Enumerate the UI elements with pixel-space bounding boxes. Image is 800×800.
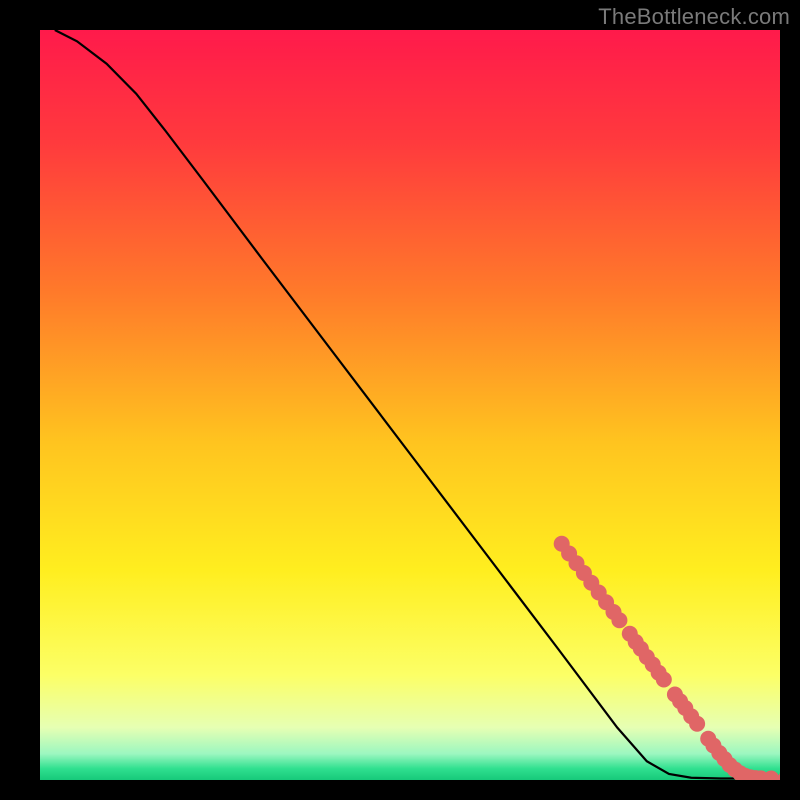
data-marker [611, 612, 627, 628]
bottleneck-chart [0, 0, 800, 800]
data-marker [689, 716, 705, 732]
chart-stage: TheBottleneck.com [0, 0, 800, 800]
data-marker [763, 771, 779, 787]
data-marker [656, 672, 672, 688]
data-marker [778, 771, 794, 787]
plot-background [40, 30, 780, 780]
data-marker [783, 771, 799, 787]
